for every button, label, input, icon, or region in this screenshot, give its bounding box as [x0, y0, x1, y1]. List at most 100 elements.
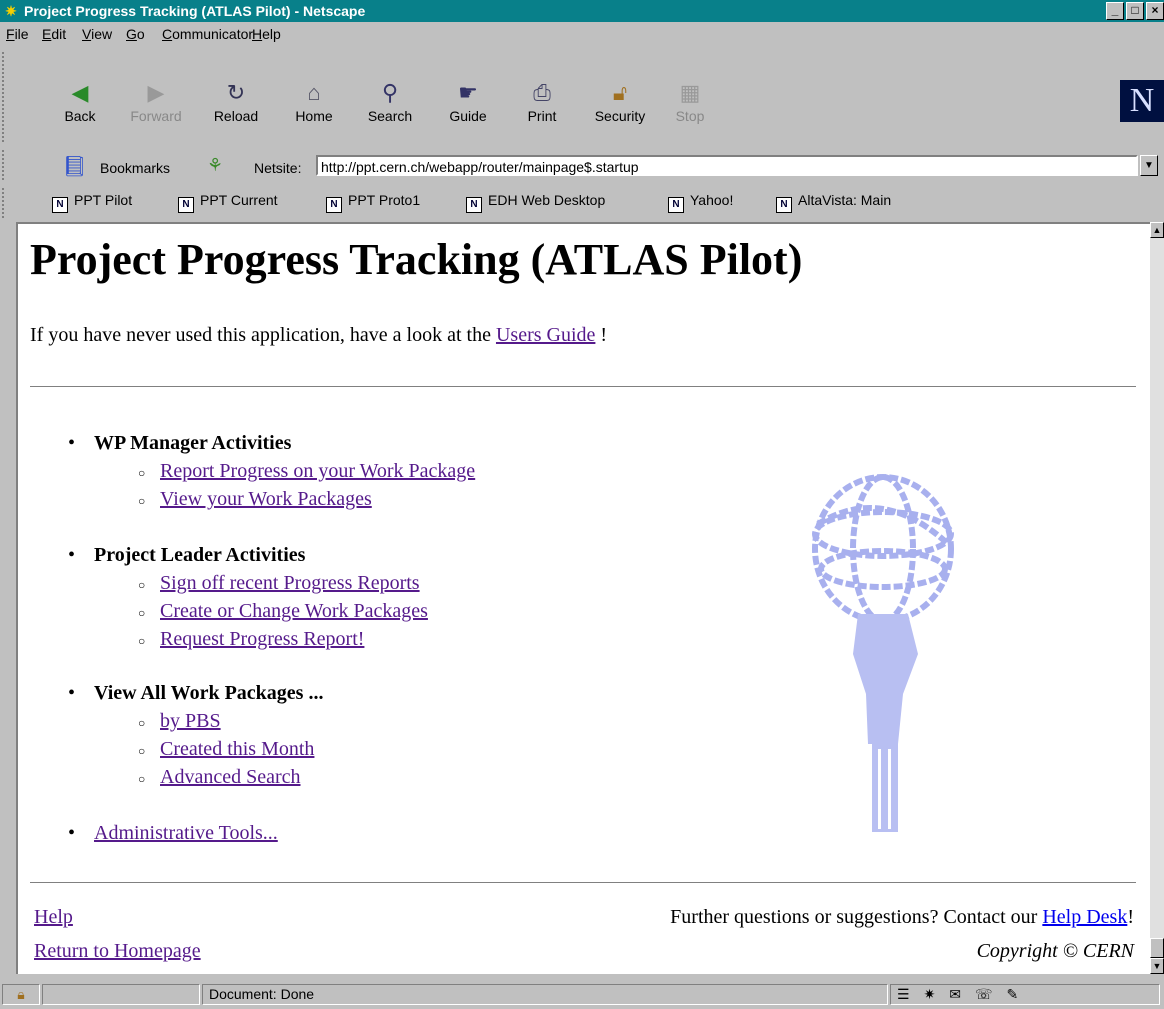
sub-bullet: ○ — [138, 606, 146, 620]
bullet: • — [68, 822, 76, 844]
printer-icon: ⎙ — [533, 80, 551, 105]
maximize-button[interactable]: □ — [1126, 2, 1144, 20]
contact-line: Further questions or suggestions? Contac… — [670, 906, 1134, 928]
status-text: Document: Done — [202, 984, 888, 1005]
progress-indicator — [42, 984, 200, 1005]
netscape-icon[interactable]: ✷ — [924, 986, 950, 1002]
print-button[interactable]: ⎙ Print — [510, 80, 574, 124]
bookmark-page-icon: N — [178, 197, 194, 213]
sub-bullet: ○ — [138, 466, 146, 480]
url-dropdown-button[interactable]: ▼ — [1140, 155, 1158, 176]
sub-bullet: ○ — [138, 634, 146, 648]
guide-icon: ☛ — [458, 80, 478, 105]
return-homepage-link[interactable]: Return to Homepage — [34, 940, 201, 963]
intro-paragraph: If you have never used this application,… — [30, 324, 608, 346]
search-button[interactable]: ⚲ Search — [358, 80, 422, 124]
bullet: • — [68, 432, 76, 454]
vertical-scrollbar[interactable]: ▲ ▼ — [1150, 222, 1164, 974]
divider — [30, 386, 1136, 388]
guide-button[interactable]: ☛ Guide — [436, 80, 500, 124]
sub-bullet: ○ — [138, 578, 146, 592]
menu-go[interactable]: Go — [126, 26, 145, 42]
sub-bullet: ○ — [138, 744, 146, 758]
bookmark-ppt-pilot[interactable]: N PPT Pilot — [52, 192, 132, 213]
section-project-leader: Project Leader Activities — [94, 544, 306, 566]
forward-arrow-icon: ▶ — [147, 80, 165, 105]
section-wp-manager: WP Manager Activities — [94, 432, 292, 454]
bookmark-ppt-current[interactable]: N PPT Current — [178, 192, 278, 213]
menu-communicator[interactable]: Communicator — [162, 26, 253, 42]
menu-view[interactable]: View — [82, 26, 112, 42]
personal-toolbar-grip[interactable] — [2, 188, 10, 218]
menu-bar: File Edit View Go Communicator Help — [0, 22, 1164, 46]
sign-off-reports-link[interactable]: Sign off recent Progress Reports — [160, 572, 420, 595]
page-content: Project Progress Tracking (ATLAS Pilot) … — [16, 222, 1150, 974]
home-button[interactable]: ⌂ Home — [282, 80, 346, 124]
help-desk-link[interactable]: Help Desk — [1042, 906, 1127, 928]
bullet: • — [68, 544, 76, 566]
create-change-work-packages-link[interactable]: Create or Change Work Packages — [160, 600, 428, 623]
close-button[interactable]: × — [1146, 2, 1164, 20]
users-guide-link[interactable]: Users Guide — [496, 324, 595, 346]
bookmark-page-icon: N — [326, 197, 342, 213]
reload-button[interactable]: ↻ Reload — [204, 80, 268, 124]
page-proxy-icon[interactable]: ⚘ — [207, 155, 223, 176]
location-toolbar-grip[interactable] — [2, 150, 10, 180]
bookmark-ppt-proto1[interactable]: N PPT Proto1 — [326, 192, 420, 213]
request-progress-report-link[interactable]: Request Progress Report! — [160, 628, 364, 651]
home-icon: ⌂ — [307, 80, 321, 105]
by-pbs-link[interactable]: by PBS — [160, 710, 221, 733]
bookmark-page-icon: N — [776, 197, 792, 213]
help-link[interactable]: Help — [34, 906, 73, 929]
section-view-all: View All Work Packages ... — [94, 682, 324, 704]
page-title: Project Progress Tracking (ATLAS Pilot) — [30, 235, 803, 284]
search-icon: ⚲ — [381, 80, 399, 105]
scroll-up-icon: ▲ — [1152, 225, 1162, 235]
url-field[interactable]: http://ppt.cern.ch/webapp/router/mainpag… — [316, 155, 1138, 176]
bookmark-altavista[interactable]: N AltaVista: Main — [776, 192, 891, 213]
bookmark-page-icon: N — [668, 197, 684, 213]
mail-icon[interactable]: ✉ — [949, 986, 975, 1002]
divider — [30, 882, 1136, 884]
chevron-down-icon: ▼ — [1144, 160, 1154, 171]
security-padlock-icon[interactable]: 🔒︎ — [2, 984, 40, 1005]
navigator-icon[interactable]: ☰ — [897, 986, 924, 1002]
atlas-logo-image — [812, 474, 954, 832]
component-bar[interactable]: ☰✷✉☏✎ — [890, 984, 1160, 1005]
netscape-logo: N — [1120, 80, 1164, 122]
sub-bullet: ○ — [138, 716, 146, 730]
scroll-thumb[interactable] — [1150, 938, 1164, 958]
composer-icon[interactable]: ✎ — [1007, 986, 1033, 1002]
bullet: • — [68, 682, 76, 704]
forward-button[interactable]: ▶ Forward — [124, 80, 188, 124]
stop-button[interactable]: ▦ Stop — [658, 80, 722, 124]
menu-edit[interactable]: Edit — [42, 26, 66, 42]
copyright-text: Copyright © CERN — [976, 940, 1134, 962]
toolbar-grip[interactable] — [2, 52, 10, 142]
minimize-button[interactable]: _ — [1106, 2, 1124, 20]
discussion-icon[interactable]: ☏ — [975, 986, 1007, 1002]
scroll-up-button[interactable]: ▲ — [1150, 222, 1164, 238]
window-title: Project Progress Tracking (ATLAS Pilot) … — [24, 3, 366, 19]
back-button[interactable]: ◀ Back — [48, 80, 112, 124]
created-this-month-link[interactable]: Created this Month — [160, 738, 314, 761]
back-arrow-icon: ◀ — [71, 80, 89, 105]
stop-icon: ▦ — [679, 80, 701, 105]
padlock-icon: 🔓︎ — [612, 80, 628, 105]
status-bar: 🔒︎ Document: Done ☰✷✉☏✎ — [0, 984, 1164, 1009]
bookmarks-button[interactable]: Bookmarks — [100, 160, 170, 176]
bookmark-edh-web-desktop[interactable]: N EDH Web Desktop — [466, 192, 605, 213]
bookmarks-icon[interactable]: 📘︎ — [62, 154, 87, 179]
administrative-tools-link[interactable]: Administrative Tools... — [94, 822, 278, 845]
window-title-bar: ✷ Project Progress Tracking (ATLAS Pilot… — [0, 0, 1164, 22]
scroll-down-button[interactable]: ▼ — [1150, 958, 1164, 974]
bookmark-yahoo[interactable]: N Yahoo! — [668, 192, 733, 213]
menu-help[interactable]: Help — [252, 26, 281, 42]
report-progress-link[interactable]: Report Progress on your Work Package — [160, 460, 475, 483]
security-button[interactable]: 🔓︎ Security — [588, 80, 652, 124]
advanced-search-link[interactable]: Advanced Search — [160, 766, 301, 789]
view-work-packages-link[interactable]: View your Work Packages — [160, 488, 372, 511]
reload-icon: ↻ — [226, 80, 246, 105]
sub-bullet: ○ — [138, 494, 146, 508]
menu-file[interactable]: File — [6, 26, 29, 42]
